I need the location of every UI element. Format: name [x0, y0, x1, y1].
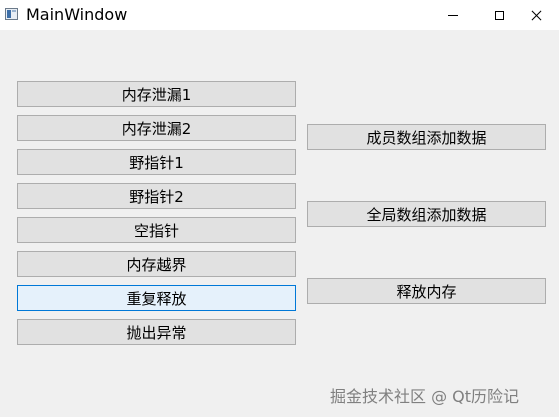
maximize-icon: [494, 10, 504, 20]
global-array-add-data-button[interactable]: 全局数组添加数据: [307, 201, 546, 227]
minimize-icon: [448, 14, 458, 16]
null-pointer-button[interactable]: 空指针: [17, 217, 296, 243]
out-of-bounds-button[interactable]: 内存越界: [17, 251, 296, 277]
double-free-button[interactable]: 重复释放: [17, 285, 296, 311]
wild-pointer-1-button[interactable]: 野指针1: [17, 149, 296, 175]
memory-leak-1-button[interactable]: 内存泄漏1: [17, 81, 296, 107]
title-bar: MainWindow: [0, 0, 559, 30]
window-title: MainWindow: [26, 5, 128, 24]
member-array-add-data-button[interactable]: 成员数组添加数据: [307, 124, 546, 150]
memory-leak-2-button[interactable]: 内存泄漏2: [17, 115, 296, 141]
wild-pointer-2-button[interactable]: 野指针2: [17, 183, 296, 209]
close-button[interactable]: [513, 0, 559, 30]
free-memory-button[interactable]: 释放内存: [307, 278, 546, 304]
watermark-text: 掘金技术社区 @ Qt历险记: [330, 387, 520, 406]
minimize-button[interactable]: [430, 0, 476, 30]
window-icon: [5, 8, 18, 20]
close-icon: [531, 10, 542, 21]
throw-exception-button[interactable]: 抛出异常: [17, 319, 296, 345]
